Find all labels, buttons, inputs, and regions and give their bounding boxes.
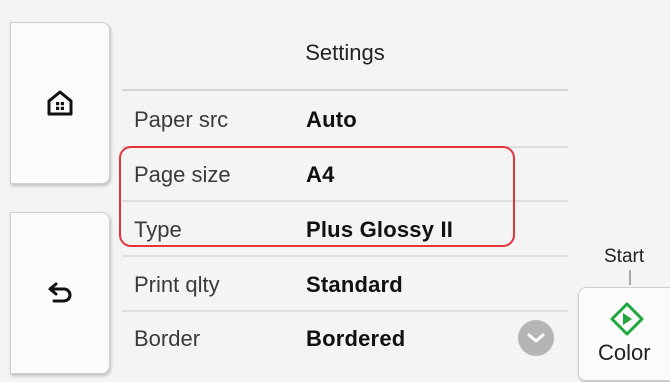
back-arrow-icon <box>48 282 72 303</box>
scroll-down-button[interactable] <box>518 320 554 356</box>
color-button-label: Color <box>598 340 651 365</box>
start-label: Start <box>604 246 645 267</box>
back-button[interactable] <box>10 212 110 374</box>
setting-row-print-quality[interactable]: Print qlty Standard <box>122 257 568 310</box>
highlight-box <box>119 146 515 247</box>
chevron-down-icon <box>527 333 545 343</box>
color-start-button[interactable]: Color <box>578 287 670 381</box>
page-title: Settings <box>305 40 385 65</box>
setting-value: Standard <box>306 272 403 297</box>
setting-value: Bordered <box>306 326 406 351</box>
start-indicator-line <box>629 270 631 285</box>
setting-row-paper-source[interactable]: Paper src Auto <box>122 92 568 145</box>
title-divider <box>122 89 568 91</box>
start-diamond-icon <box>610 302 644 336</box>
home-button[interactable] <box>10 22 110 184</box>
setting-value: Auto <box>306 107 357 132</box>
setting-label: Border <box>134 326 201 351</box>
setting-row-border[interactable]: Border Bordered <box>122 311 568 364</box>
setting-label: Print qlty <box>134 272 220 297</box>
setting-label: Paper src <box>134 107 229 132</box>
home-icon <box>47 90 73 116</box>
